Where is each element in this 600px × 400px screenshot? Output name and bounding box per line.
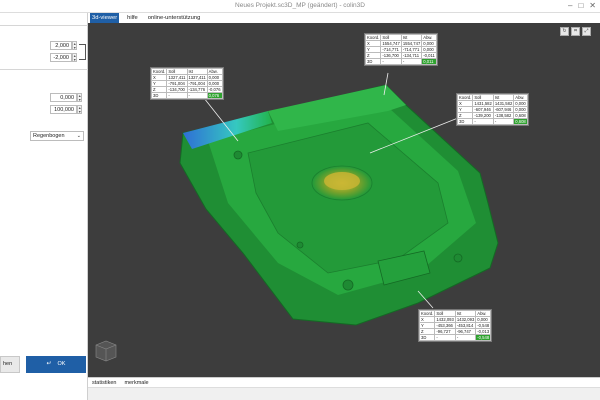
measurement-callout-2[interactable]: Koord. Soll Ist Abw. X 1554,747 1554,747 0,000…: [364, 33, 438, 66]
range-max-field[interactable]: 100,000: [50, 105, 77, 114]
main-tabs: 3d-viewer hilfe online-unterstützung: [88, 13, 600, 23]
title-bar: Neues Projekt.sc3D_MP (geändert) - colin…: [0, 0, 600, 13]
colormap-value: Regenbogen: [33, 133, 65, 139]
fullscreen-icon[interactable]: ⤢: [582, 27, 591, 36]
tab-hilfe[interactable]: hilfe: [125, 13, 140, 23]
bottom-tabs: statistiken merkmale: [88, 377, 600, 387]
measurement-callout-4[interactable]: Koord. Soll Ist Abw. X 1432,093 1432,093 0,000…: [418, 309, 493, 342]
callout-header: Koord.: [150, 68, 168, 75]
tab-3d-viewer[interactable]: 3d-viewer: [90, 13, 120, 23]
upper-limit-spinner[interactable]: ▲ ▼: [72, 41, 77, 50]
mounting-hole: [453, 253, 463, 263]
measurement-callout-1[interactable]: Koord. Soll Ist Abw. X 1327,411 1327,411 0,000…: [150, 67, 224, 100]
colormap-select[interactable]: Regenbogen ⌄: [30, 131, 84, 141]
tab-statistiken[interactable]: statistiken: [90, 378, 118, 388]
table-row: 3D - -0,011: [364, 58, 437, 65]
callout-header: Koord.: [456, 94, 474, 101]
mounting-hole: [233, 150, 243, 160]
range-min-spinner[interactable]: ▲ ▼: [77, 93, 82, 102]
close-icon[interactable]: ✕: [589, 1, 596, 10]
maximize-icon[interactable]: □: [578, 1, 583, 10]
viewer-toolbar: ↻ ⌗ ⤢: [560, 27, 591, 36]
3d-viewer-canvas[interactable]: ↻ ⌗ ⤢ Koord. Soll Ist Abw. X 1327,411 1327,41…: [88, 23, 600, 377]
status-bar: [88, 387, 600, 400]
tab-merkmale[interactable]: merkmale: [122, 378, 150, 388]
lower-limit-spinner[interactable]: ▲ ▼: [72, 53, 77, 62]
partial-button[interactable]: hen: [0, 356, 20, 373]
left-panel: 2,000 ▲ ▼ -2,000 ▲ ▼ 0,000 ▲ ▼ 100,000 ▲ ▼ R…: [0, 13, 88, 400]
fit-view-icon[interactable]: ⌗: [571, 27, 580, 36]
range-min-field[interactable]: 0,000: [50, 93, 77, 102]
lower-limit-field[interactable]: -2,000: [50, 53, 72, 62]
rotate-view-icon[interactable]: ↻: [560, 27, 569, 36]
table-row: 3D - -0,608: [456, 118, 528, 125]
mounting-hole: [342, 279, 354, 291]
upper-limit-field[interactable]: 2,000: [50, 41, 72, 50]
center-boss-inner: [324, 172, 360, 190]
link-bracket: [79, 44, 86, 60]
callout-header: Koord.: [364, 34, 382, 41]
chevron-down-icon: ⌄: [76, 133, 81, 139]
measurement-callout-3[interactable]: Koord. Soll Ist Abw. X 1431,582 1431,582 0,000…: [456, 93, 529, 126]
range-max-spinner[interactable]: ▲ ▼: [77, 105, 82, 114]
window-title: Neues Projekt.sc3D_MP (geändert) - colin…: [235, 2, 365, 9]
divider: [0, 69, 88, 70]
callout-header: Koord.: [418, 310, 436, 317]
ok-button[interactable]: ↵ OK: [26, 356, 86, 373]
divider: [0, 25, 88, 26]
view-cube-icon: [95, 340, 117, 362]
mounting-hole: [296, 241, 304, 249]
ok-label: OK: [57, 361, 66, 367]
table-row: 3D - - -0,548: [418, 334, 492, 341]
ok-check-icon: ↵: [46, 361, 52, 367]
minimize-icon[interactable]: –: [568, 1, 572, 10]
tab-online-support[interactable]: online-unterstützung: [146, 13, 203, 23]
table-row: 3D - -0,076: [150, 92, 223, 99]
